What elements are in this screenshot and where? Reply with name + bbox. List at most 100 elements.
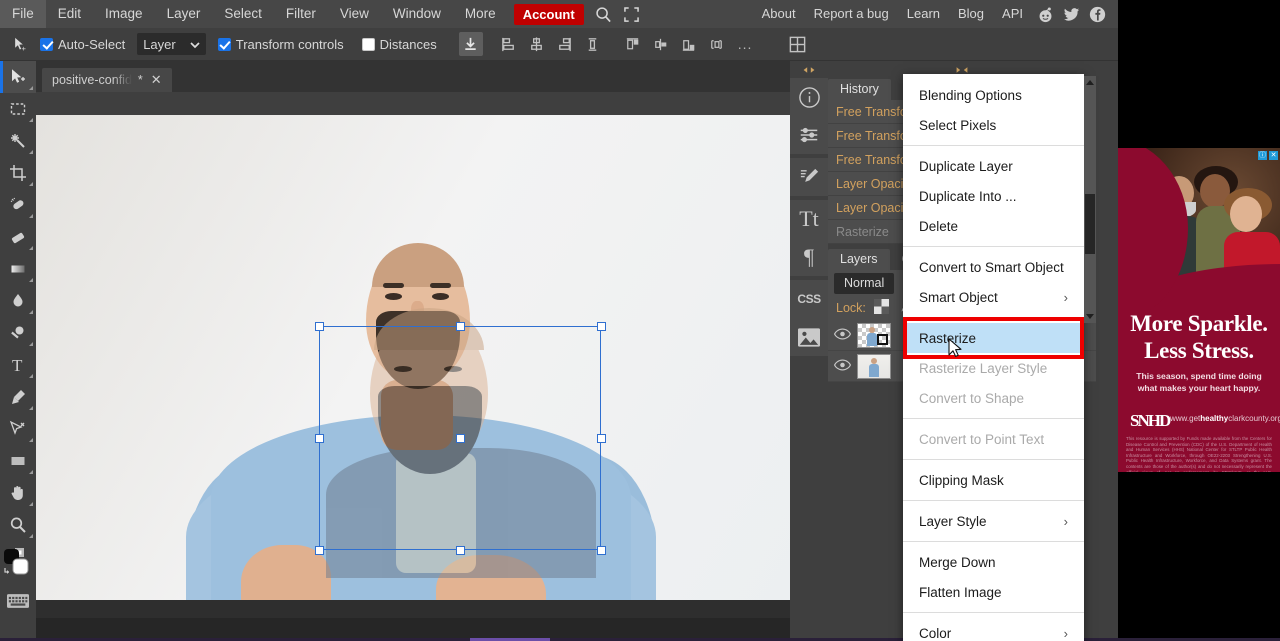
adjustments-icon[interactable]	[790, 116, 828, 154]
image-icon[interactable]	[790, 318, 828, 356]
menu-item-delete[interactable]: Delete	[903, 211, 1084, 241]
menu-item-duplicate-into[interactable]: Duplicate Into ...	[903, 181, 1084, 211]
panel-scrollbar[interactable]	[1084, 76, 1096, 323]
menu-view[interactable]: View	[328, 0, 381, 28]
transform-controls-checkbox-box[interactable]	[217, 37, 231, 51]
more-options-button[interactable]: ...	[731, 36, 760, 52]
tab-layers[interactable]: Layers	[828, 249, 890, 270]
menu-item-clipping-mask[interactable]: Clipping Mask	[903, 465, 1084, 495]
character-icon[interactable]: Tt	[790, 200, 828, 238]
scroll-up-arrow[interactable]	[1086, 80, 1094, 85]
menu-item-smart-object[interactable]: Smart Object ›	[903, 282, 1084, 312]
transform-handle-bottom-center[interactable]	[456, 546, 465, 555]
auto-select-checkbox-box[interactable]	[40, 37, 53, 51]
hand-tool-icon[interactable]	[0, 477, 36, 509]
move-tool-icon[interactable]	[0, 61, 36, 93]
menu-item-duplicate-layer[interactable]: Duplicate Layer	[903, 151, 1084, 181]
download-icon[interactable]	[458, 32, 483, 56]
link-learn[interactable]: Learn	[898, 0, 949, 28]
transform-handle-middle-left[interactable]	[315, 434, 324, 443]
shape-tool-icon[interactable]	[0, 445, 36, 477]
layer-context-menu[interactable]: Blending Options Select Pixels Duplicate…	[903, 74, 1084, 641]
ad-close-icon[interactable]: ✕	[1269, 151, 1278, 160]
transform-handle-top-center[interactable]	[456, 322, 465, 331]
menu-filter[interactable]: Filter	[274, 0, 328, 28]
marquee-tool-icon[interactable]	[0, 93, 36, 125]
menu-item-blending-options[interactable]: Blending Options	[903, 80, 1084, 110]
menu-more[interactable]: More	[453, 0, 508, 28]
eye-icon[interactable]	[833, 359, 852, 374]
eraser-tool-icon[interactable]	[0, 221, 36, 253]
transform-handle-bottom-left[interactable]	[315, 546, 324, 555]
link-report-a-bug[interactable]: Report a bug	[805, 0, 898, 28]
scroll-down-arrow[interactable]	[1086, 314, 1094, 319]
menu-select[interactable]: Select	[212, 0, 274, 28]
distribute-middle-icon[interactable]	[649, 32, 673, 56]
link-about[interactable]: About	[753, 0, 805, 28]
collapse-panel-icon[interactable]	[790, 61, 828, 78]
transform-handle-top-right[interactable]	[597, 322, 606, 331]
link-api[interactable]: API	[993, 0, 1032, 28]
menu-layer[interactable]: Layer	[155, 0, 213, 28]
link-blog[interactable]: Blog	[949, 0, 993, 28]
transform-handle-bottom-right[interactable]	[597, 546, 606, 555]
lasso-magic-wand-icon[interactable]	[0, 125, 36, 157]
type-tool-icon[interactable]: T	[0, 349, 36, 381]
tab-history[interactable]: History	[828, 79, 891, 100]
align-right-icon[interactable]	[553, 32, 577, 56]
align-center-horizontal-icon[interactable]	[525, 32, 549, 56]
ad-creative[interactable]: ⓘ ✕ More Sparkle. Less Stress. This seas…	[1118, 148, 1280, 472]
lock-transparent-icon[interactable]	[873, 299, 889, 317]
brush-settings-icon[interactable]	[790, 158, 828, 196]
account-button[interactable]: Account	[513, 3, 584, 25]
gradient-tool-icon[interactable]	[0, 253, 36, 285]
reddit-icon[interactable]	[1032, 0, 1058, 28]
search-icon[interactable]	[590, 0, 618, 28]
info-icon[interactable]	[790, 78, 828, 116]
ad-info-icon[interactable]: ⓘ	[1258, 151, 1267, 160]
align-left-icon[interactable]	[497, 32, 521, 56]
keyboard-icon[interactable]	[0, 585, 36, 617]
blur-tool-icon[interactable]	[0, 285, 36, 317]
scrollbar-thumb[interactable]	[1085, 194, 1095, 254]
menu-item-flatten-image[interactable]: Flatten Image	[903, 577, 1084, 607]
twitter-icon[interactable]	[1058, 0, 1084, 28]
close-icon[interactable]: ✕	[149, 72, 164, 88]
crop-tool-icon[interactable]	[0, 157, 36, 189]
distribute-top-icon[interactable]	[621, 32, 645, 56]
auto-select-checkbox[interactable]: Auto-Select	[40, 37, 125, 52]
menu-image[interactable]: Image	[93, 0, 155, 28]
canvas-area[interactable]	[36, 92, 790, 641]
paragraph-icon[interactable]: ¶	[790, 238, 828, 276]
transform-handle-top-left[interactable]	[315, 322, 324, 331]
distribute-spacing-icon[interactable]	[705, 32, 729, 56]
foreground-background-color-icon[interactable]	[0, 541, 36, 585]
ad-url[interactable]: www.gethealthyclarkcounty.org	[1170, 414, 1280, 423]
dodge-tool-icon[interactable]	[0, 317, 36, 349]
menu-item-rasterize[interactable]: Rasterize	[903, 323, 1084, 353]
layer-scope-select[interactable]: Layer	[137, 33, 206, 55]
transform-bounding-box[interactable]	[315, 322, 606, 555]
menu-item-layer-style[interactable]: Layer Style ›	[903, 506, 1084, 536]
menu-item-merge-down[interactable]: Merge Down	[903, 547, 1084, 577]
menu-item-color[interactable]: Color ›	[903, 618, 1084, 641]
blend-mode-select[interactable]: Normal	[834, 272, 895, 294]
arrange-grid-icon[interactable]	[785, 32, 809, 56]
distances-checkbox-box[interactable]	[361, 37, 375, 51]
document-tab[interactable]: positive-confid * ✕	[42, 68, 172, 92]
transform-handle-center[interactable]	[456, 434, 465, 443]
eye-icon[interactable]	[833, 328, 852, 343]
distances-checkbox[interactable]: Distances	[361, 37, 437, 52]
healing-brush-icon[interactable]	[0, 189, 36, 221]
menu-item-convert-to-smart-object[interactable]: Convert to Smart Object	[903, 252, 1084, 282]
menu-item-select-pixels[interactable]: Select Pixels	[903, 110, 1084, 140]
zoom-tool-icon[interactable]	[0, 509, 36, 541]
menu-window[interactable]: Window	[381, 0, 453, 28]
transform-controls-checkbox[interactable]: Transform controls	[217, 37, 344, 52]
pen-tool-icon[interactable]	[0, 381, 36, 413]
menu-edit[interactable]: Edit	[46, 0, 93, 28]
facebook-icon[interactable]	[1084, 0, 1110, 28]
transform-handle-middle-right[interactable]	[597, 434, 606, 443]
menu-file[interactable]: File	[0, 0, 46, 28]
distribute-bottom-icon[interactable]	[677, 32, 701, 56]
